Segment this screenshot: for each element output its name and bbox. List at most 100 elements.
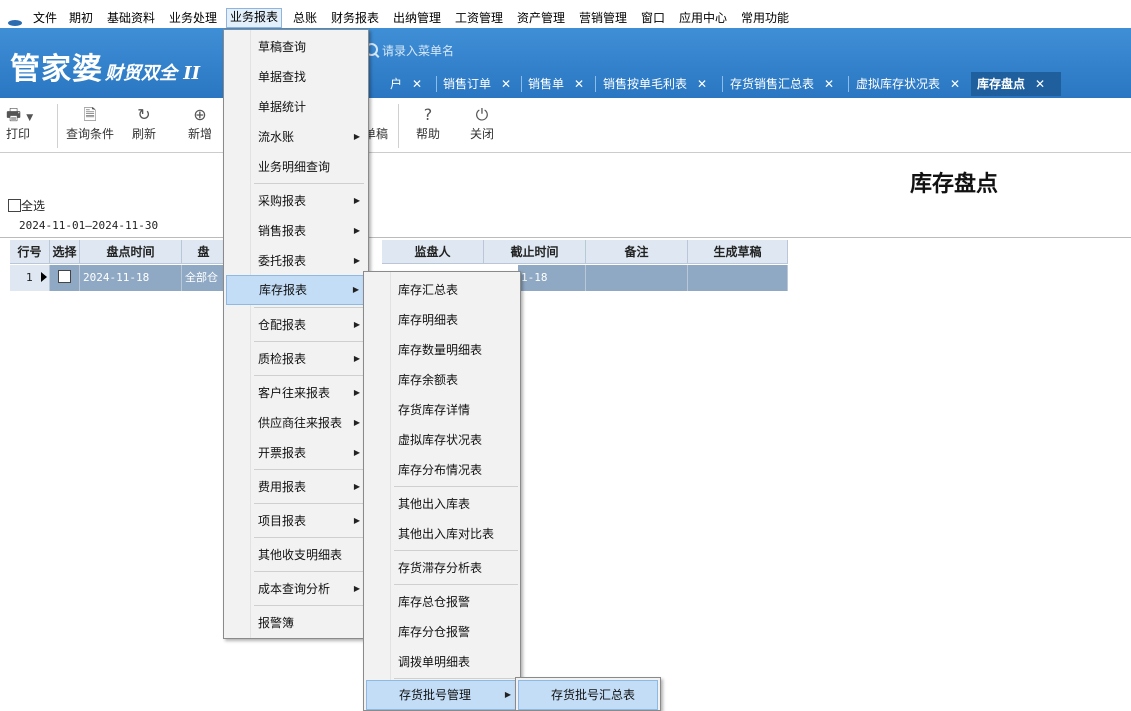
close-icon[interactable]: ✕ <box>697 77 707 91</box>
col-header-row-no[interactable]: 行号 <box>10 240 50 264</box>
print-button[interactable]: 🖶 ▼ 打印 <box>6 104 50 142</box>
menu-basic-data[interactable]: 基础资料 <box>104 9 158 27</box>
close-icon[interactable]: ✕ <box>501 77 511 91</box>
col-header-note[interactable]: 备注 <box>586 240 688 264</box>
menu-common[interactable]: 常用功能 <box>738 9 792 27</box>
table-row-number[interactable]: 1 <box>10 265 50 291</box>
add-button[interactable]: ⊕ 新增 <box>182 104 218 142</box>
menu-item-journal[interactable]: 流水账 ▶ <box>226 122 366 152</box>
tab-inventory-sales-summary[interactable]: 存货销售汇总表 ✕ <box>724 72 846 96</box>
business-reports-menu: 草稿查询 单据查找 单据统计 流水账 ▶ 业务明细查询 采购报表 ▶ 销售报表 ▶ 委… <box>223 29 369 639</box>
col-header-generate-draft[interactable]: 生成草稿 <box>688 240 788 264</box>
menu-item-invoice-reports[interactable]: 开票报表 ▶ <box>226 438 366 468</box>
menu-item-virtual-inventory[interactable]: 虚拟库存状况表 <box>366 425 518 455</box>
menu-item-branch-warehouse-alert[interactable]: 库存分仓报警 <box>366 617 518 647</box>
tab-sales-order[interactable]: 销售订单 ✕ <box>437 72 521 96</box>
menu-item-alert-book[interactable]: 报警簿 <box>226 608 366 638</box>
close-icon[interactable]: ✕ <box>1035 77 1045 91</box>
dropdown-arrow-icon[interactable]: ▼ <box>26 113 33 123</box>
menu-item-inventory-reports[interactable]: 库存报表 ▶ <box>226 275 366 305</box>
submenu-arrow-icon: ▶ <box>353 516 360 525</box>
menu-search[interactable]: 请录入菜单名 <box>365 42 454 59</box>
menu-payroll[interactable]: 工资管理 <box>452 9 506 27</box>
menu-opening[interactable]: 期初 <box>66 9 96 27</box>
warehouse-cell[interactable]: 全部仓 <box>182 265 226 291</box>
menu-item-purchase-reports[interactable]: 采购报表 ▶ <box>226 186 366 216</box>
menu-item-inventory-balance[interactable]: 库存余额表 <box>366 365 518 395</box>
query-conditions-button[interactable]: 🗎 查询条件 <box>64 104 116 142</box>
menu-cashier[interactable]: 出纳管理 <box>390 9 444 27</box>
menu-item-other-inout[interactable]: 其他出入库表 <box>366 489 518 519</box>
tab-customer[interactable]: 户 ✕ <box>384 72 434 96</box>
menu-file[interactable]: 文件 <box>30 9 60 27</box>
menu-item-inventory-summary[interactable]: 库存汇总表 <box>366 275 518 305</box>
menu-item-slow-moving-analysis[interactable]: 存货滞存分析表 <box>366 553 518 583</box>
toolbar-divider <box>57 104 58 148</box>
inventory-reports-menu: 库存汇总表 库存明细表 库存数量明细表 库存余额表 存货库存详情 虚拟库存状况表… <box>363 271 521 711</box>
close-icon[interactable]: ✕ <box>824 77 834 91</box>
menu-item-sales-reports[interactable]: 销售报表 ▶ <box>226 216 366 246</box>
menu-item-business-detail[interactable]: 业务明细查询 <box>226 152 366 182</box>
checkbox-icon[interactable] <box>58 270 71 283</box>
menu-financial-reports[interactable]: 财务报表 <box>328 9 382 27</box>
menu-item-customer-ar-reports[interactable]: 客户往来报表 ▶ <box>226 378 366 408</box>
menu-marketing[interactable]: 营销管理 <box>576 9 630 27</box>
menu-item-project-reports[interactable]: 项目报表 ▶ <box>226 506 366 536</box>
menu-window[interactable]: 窗口 <box>638 9 668 27</box>
checkbox-icon[interactable] <box>8 199 21 212</box>
menu-item-supplier-ap-reports[interactable]: 供应商往来报表 ▶ <box>226 408 366 438</box>
col-header-count-time[interactable]: 盘点时间 <box>80 240 182 264</box>
select-all-checkbox[interactable]: 全选 <box>8 197 45 214</box>
tab-sales-gross-profit[interactable]: 销售按单毛利表 ✕ <box>597 72 721 96</box>
divider <box>0 237 1131 238</box>
tab-divider <box>595 76 596 92</box>
menu-item-other-inout-compare[interactable]: 其他出入库对比表 <box>366 519 518 549</box>
close-button[interactable]: ⏻ 关闭 <box>464 104 500 142</box>
menu-item-inventory-detail[interactable]: 库存明细表 <box>366 305 518 335</box>
menu-item-consignment-reports[interactable]: 委托报表 ▶ <box>226 246 366 276</box>
close-icon[interactable]: ✕ <box>574 77 584 91</box>
menu-item-inventory-qty-detail[interactable]: 库存数量明细表 <box>366 335 518 365</box>
menu-item-distribution-reports[interactable]: 仓配报表 ▶ <box>226 310 366 340</box>
col-header-warehouse[interactable]: 盘 <box>182 240 226 264</box>
tab-virtual-inventory[interactable]: 虚拟库存状况表 ✕ <box>850 72 970 96</box>
menu-assets[interactable]: 资产管理 <box>514 9 568 27</box>
count-time-cell[interactable]: 2024-11-18 <box>80 265 182 291</box>
menu-item-transfer-detail[interactable]: 调拨单明细表 <box>366 647 518 677</box>
note-cell[interactable] <box>586 265 688 291</box>
submenu-arrow-icon: ▶ <box>353 196 360 205</box>
menu-business-reports[interactable]: 业务报表 <box>226 8 283 28</box>
menu-ledger[interactable]: 总账 <box>290 9 320 27</box>
batch-menu: 存货批号汇总表 <box>515 677 661 711</box>
menu-item-batch-summary[interactable]: 存货批号汇总表 <box>518 680 658 710</box>
submenu-arrow-icon: ▶ <box>353 482 360 491</box>
submenu-arrow-icon: ▶ <box>353 256 360 265</box>
menu-item-other-income-expense[interactable]: 其他收支明细表 <box>226 540 366 570</box>
menu-separator <box>254 183 364 184</box>
menu-item-doc-search[interactable]: 单据查找 <box>226 62 366 92</box>
menu-business[interactable]: 业务处理 <box>166 9 220 27</box>
menu-item-stock-details[interactable]: 存货库存详情 <box>366 395 518 425</box>
col-header-select[interactable]: 选择 <box>50 240 80 264</box>
close-icon[interactable]: ✕ <box>950 77 960 91</box>
menu-item-batch-management[interactable]: 存货批号管理 ▶ <box>366 680 518 710</box>
menu-item-draft-query[interactable]: 草稿查询 <box>226 32 366 62</box>
col-header-supervisor[interactable]: 监盘人 <box>382 240 484 264</box>
menu-item-qc-reports[interactable]: 质检报表 ▶ <box>226 344 366 374</box>
cutoff-time-cell[interactable]: 1-18 <box>518 265 586 291</box>
row-select-cell[interactable] <box>50 265 80 291</box>
menu-item-total-warehouse-alert[interactable]: 库存总仓报警 <box>366 587 518 617</box>
menu-separator <box>254 537 364 538</box>
menu-item-doc-stats[interactable]: 单据统计 <box>226 92 366 122</box>
menu-item-cost-analysis[interactable]: 成本查询分析 ▶ <box>226 574 366 604</box>
generate-draft-cell[interactable] <box>688 265 788 291</box>
close-icon[interactable]: ✕ <box>412 77 422 91</box>
menu-app-center[interactable]: 应用中心 <box>676 9 730 27</box>
tab-inventory-count[interactable]: 库存盘点 ✕ <box>971 72 1061 96</box>
menu-item-inventory-distribution[interactable]: 库存分布情况表 <box>366 455 518 485</box>
help-button[interactable]: ? 帮助 <box>410 104 446 142</box>
menu-item-expense-reports[interactable]: 费用报表 ▶ <box>226 472 366 502</box>
refresh-button[interactable]: ↻ 刷新 <box>126 104 162 142</box>
col-header-cutoff-time[interactable]: 截止时间 <box>484 240 586 264</box>
tab-sales-invoice[interactable]: 销售单 ✕ <box>522 72 594 96</box>
